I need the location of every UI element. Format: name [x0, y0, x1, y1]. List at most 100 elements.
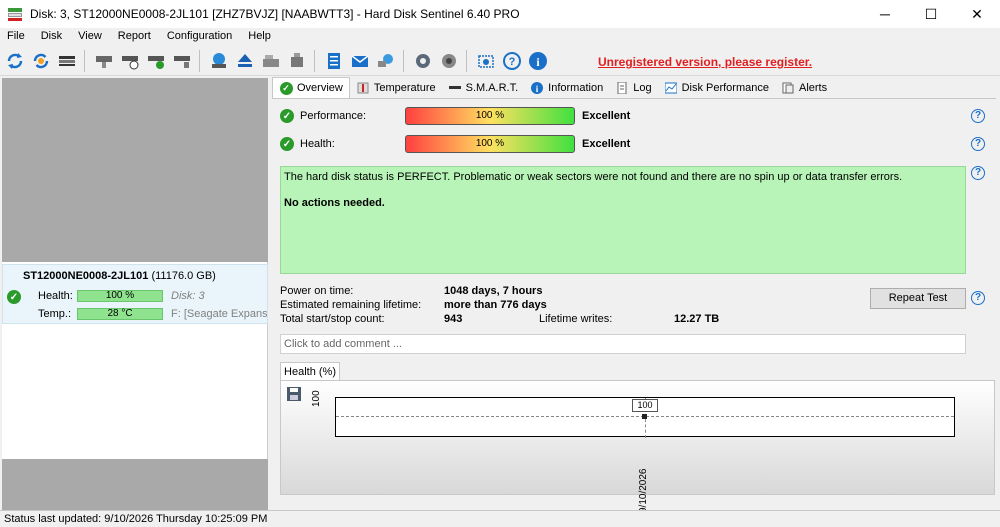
disk-size: (11176.0 GB) — [151, 270, 216, 282]
eject-icon[interactable] — [234, 50, 256, 72]
data-label: 100 — [632, 399, 658, 412]
usb-drive-icon[interactable] — [286, 50, 308, 72]
unregistered-link[interactable]: Unregistered version, please register. — [598, 55, 812, 69]
log-icon — [615, 81, 629, 95]
remaining-value: more than 776 days — [444, 299, 547, 311]
toolbar-separator — [84, 49, 85, 72]
health-help-icon[interactable]: ? — [971, 137, 985, 151]
disk-health-bar: 100 % — [77, 290, 163, 302]
comment-field[interactable]: Click to add comment ... — [280, 334, 966, 354]
y-tick-label: 100 — [311, 390, 322, 407]
disk-schedule-icon[interactable] — [119, 50, 141, 72]
gear-icon[interactable] — [412, 50, 434, 72]
tab-temperature[interactable]: Temperature — [350, 78, 442, 98]
disk-icon[interactable] — [56, 50, 78, 72]
drive-letter: F: [Seagate Expansio — [171, 308, 267, 320]
screenshot-icon[interactable] — [475, 50, 497, 72]
health-label: Health: — [300, 138, 335, 150]
performance-label: Performance: — [300, 110, 367, 122]
info-icon: i — [530, 81, 544, 95]
disk-settings-icon[interactable] — [171, 50, 193, 72]
save-icon[interactable] — [287, 387, 301, 401]
writes-value: 12.27 TB — [674, 313, 720, 325]
repeat-help-icon[interactable]: ? — [971, 291, 985, 305]
menu-disk[interactable]: Disk — [41, 30, 62, 42]
repeat-test-button[interactable]: Repeat Test — [870, 288, 966, 309]
smart-icon — [448, 81, 462, 95]
toolbar-separator — [466, 49, 467, 72]
actions-text: No actions needed. — [284, 197, 385, 209]
overview-panel: ✓ Performance: 100 % Excellent ? ✓ Healt… — [272, 98, 996, 513]
empty-area — [2, 78, 268, 262]
network-icon[interactable] — [375, 50, 397, 72]
disk-name: ST12000NE0008-2JL101 (11176.0 GB) — [23, 270, 216, 282]
minimize-button[interactable]: ─ — [862, 0, 908, 28]
disk-card[interactable]: ST12000NE0008-2JL101 (11176.0 GB) ✓ Heal… — [2, 264, 268, 324]
maximize-button[interactable]: ☐ — [908, 0, 954, 28]
tab-log[interactable]: Log — [609, 78, 657, 98]
disk-check-icon[interactable] — [145, 50, 167, 72]
health-rating: Excellent — [582, 138, 631, 150]
power-on-value: 1048 days, 7 hours — [444, 285, 543, 297]
report-icon[interactable] — [323, 50, 345, 72]
health-bar: 100 % — [405, 135, 575, 153]
menu-bar: File Disk View Report Configuration Help — [0, 28, 1000, 44]
help-icon[interactable]: ? — [501, 50, 523, 72]
thermometer-icon — [356, 81, 370, 95]
menu-file[interactable]: File — [7, 30, 25, 42]
tab-overview[interactable]: ✓ Overview — [272, 77, 350, 98]
refresh-icon[interactable] — [4, 50, 26, 72]
close-button[interactable]: ✕ — [954, 0, 1000, 28]
refresh-alt-icon[interactable] — [30, 50, 52, 72]
remaining-label: Estimated remaining lifetime: — [280, 299, 422, 311]
disk-health-label: Health: — [38, 290, 73, 302]
menu-report[interactable]: Report — [118, 30, 151, 42]
menu-help[interactable]: Help — [248, 30, 271, 42]
performance-help-icon[interactable]: ? — [971, 109, 985, 123]
startstop-label: Total start/stop count: — [280, 313, 385, 325]
disk-gray-icon[interactable] — [93, 50, 115, 72]
performance-ok-icon: ✓ — [280, 109, 294, 123]
health-chart: 100 100 9/10/2026 — [280, 380, 995, 513]
startstop-value: 943 — [444, 313, 463, 325]
status-ok-icon: ✓ — [7, 290, 21, 304]
tab-alerts[interactable]: Alerts — [775, 78, 833, 98]
writes-label: Lifetime writes: — [539, 313, 613, 325]
status-text: The hard disk status is PERFECT. Problem… — [284, 171, 903, 183]
power-on-label: Power on time: — [280, 285, 354, 297]
tab-smart[interactable]: S.M.A.R.T. — [442, 78, 525, 98]
toolbar-separator — [403, 49, 404, 72]
chart-plot: 100 — [335, 397, 955, 438]
globe-disk-icon[interactable] — [208, 50, 230, 72]
check-icon: ✓ — [279, 81, 293, 95]
title-bar: Disk: 3, ST12000NE0008-2JL101 [ZHZ7BVJZ]… — [0, 0, 1000, 28]
drive-icon[interactable] — [260, 50, 282, 72]
tab-information[interactable]: i Information — [524, 78, 609, 98]
svg-text:?: ? — [509, 56, 516, 68]
mail-icon[interactable] — [349, 50, 371, 72]
tab-bar: ✓ Overview Temperature S.M.A.R.T. i Info… — [272, 77, 1000, 98]
tab-disk-performance[interactable]: Disk Performance — [658, 78, 775, 98]
speaker-icon[interactable] — [438, 50, 460, 72]
health-ok-icon: ✓ — [280, 137, 294, 151]
data-point — [642, 414, 647, 419]
window-title: Disk: 3, ST12000NE0008-2JL101 [ZHZ7BVJZ]… — [30, 7, 520, 21]
status-message-box: The hard disk status is PERFECT. Problem… — [280, 166, 966, 274]
disk-temp-label: Temp.: — [38, 308, 72, 320]
status-help-icon[interactable]: ? — [971, 166, 985, 180]
menu-view[interactable]: View — [78, 30, 102, 42]
status-bar: Status last updated: 9/10/2026 Thursday … — [0, 510, 1000, 527]
disk-list-pane: ST12000NE0008-2JL101 (11176.0 GB) ✓ Heal… — [2, 78, 268, 510]
x-tick-label: 9/10/2026 — [638, 468, 649, 514]
alerts-icon — [781, 81, 795, 95]
menu-configuration[interactable]: Configuration — [167, 30, 232, 42]
performance-icon — [664, 81, 678, 95]
tab-health-chart[interactable]: Health (%) — [280, 362, 340, 381]
toolbar-separator — [199, 49, 200, 72]
disk-temp-bar: 28 °C — [77, 308, 163, 320]
info-icon[interactable]: i — [527, 50, 549, 72]
toolbar-separator — [314, 49, 315, 72]
disk-number: Disk: 3 — [171, 290, 205, 302]
empty-area — [2, 459, 268, 510]
toolbar: ? i — [0, 46, 1000, 76]
